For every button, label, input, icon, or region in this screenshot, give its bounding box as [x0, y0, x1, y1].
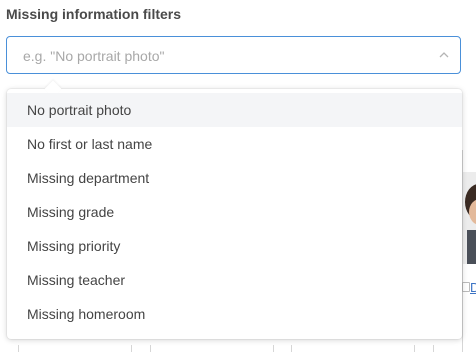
filter-label: Missing information filters: [6, 6, 182, 22]
background-link: D: [470, 280, 476, 295]
option-missing-priority[interactable]: Missing priority: [7, 229, 462, 263]
background-portrait-photo: [463, 172, 476, 264]
option-missing-grade[interactable]: Missing grade: [7, 195, 462, 229]
missing-info-select[interactable]: [6, 36, 461, 75]
option-no-first-or-last-name[interactable]: No first or last name: [7, 127, 462, 161]
option-no-portrait-photo[interactable]: No portrait photo: [7, 93, 462, 127]
option-missing-department[interactable]: Missing department: [7, 161, 462, 195]
option-missing-teacher[interactable]: Missing teacher: [7, 263, 462, 297]
dropdown-menu: No portrait photo No first or last name …: [7, 80, 462, 339]
option-missing-homeroom[interactable]: Missing homeroom: [7, 297, 462, 331]
missing-info-search-input[interactable]: [21, 37, 425, 75]
background-checkbox: [462, 282, 470, 292]
chevron-up-icon[interactable]: [438, 49, 450, 61]
